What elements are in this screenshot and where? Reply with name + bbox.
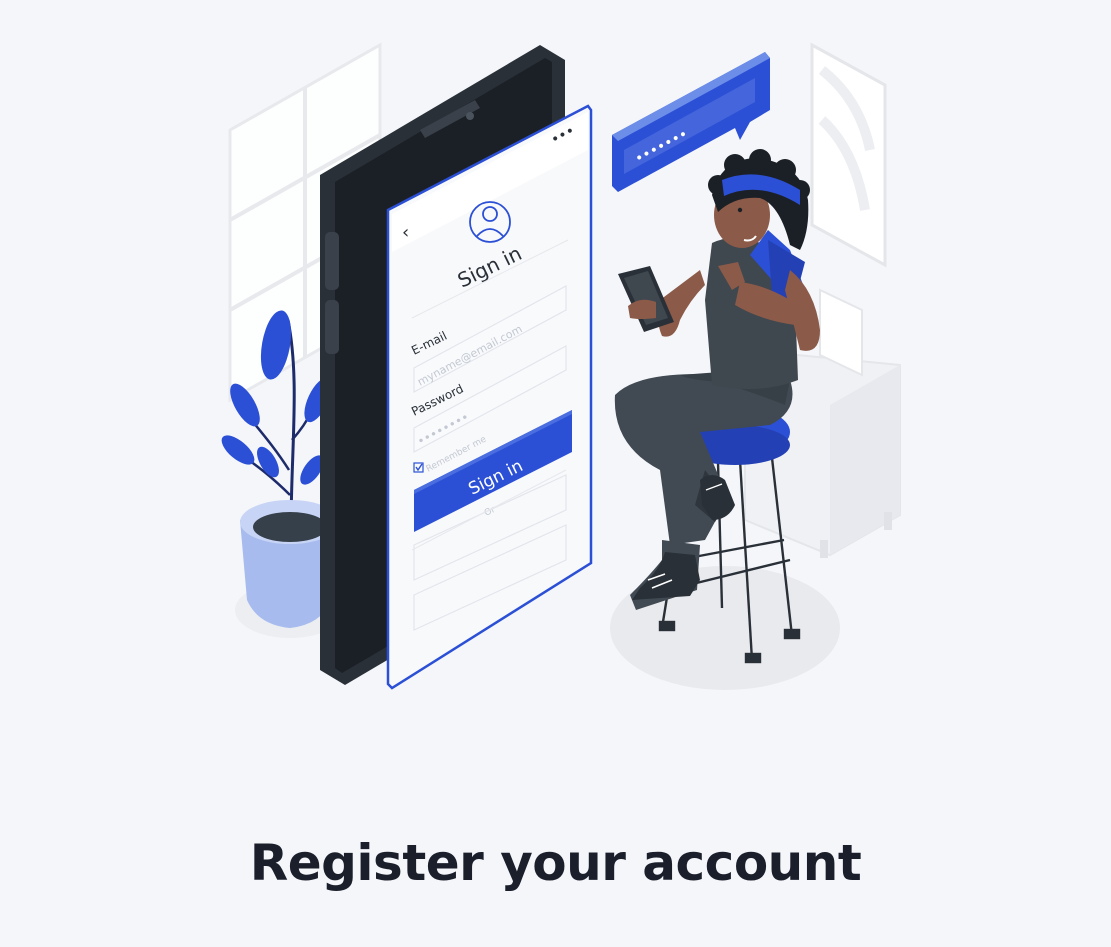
- screen-back-icon: ‹: [402, 222, 409, 243]
- door-background-right: [810, 42, 887, 268]
- onboarding-page: ••• ‹ Sign in E-mail myname@email.com Pa…: [0, 0, 1111, 947]
- page-title: Register your account: [249, 834, 862, 892]
- login-illustration: ••• ‹ Sign in E-mail myname@email.com Pa…: [221, 42, 901, 690]
- hero-illustration: ••• ‹ Sign in E-mail myname@email.com Pa…: [0, 0, 1111, 760]
- woman-figure: [614, 149, 820, 610]
- phone-screen: ••• ‹ Sign in E-mail myname@email.com Pa…: [386, 104, 593, 690]
